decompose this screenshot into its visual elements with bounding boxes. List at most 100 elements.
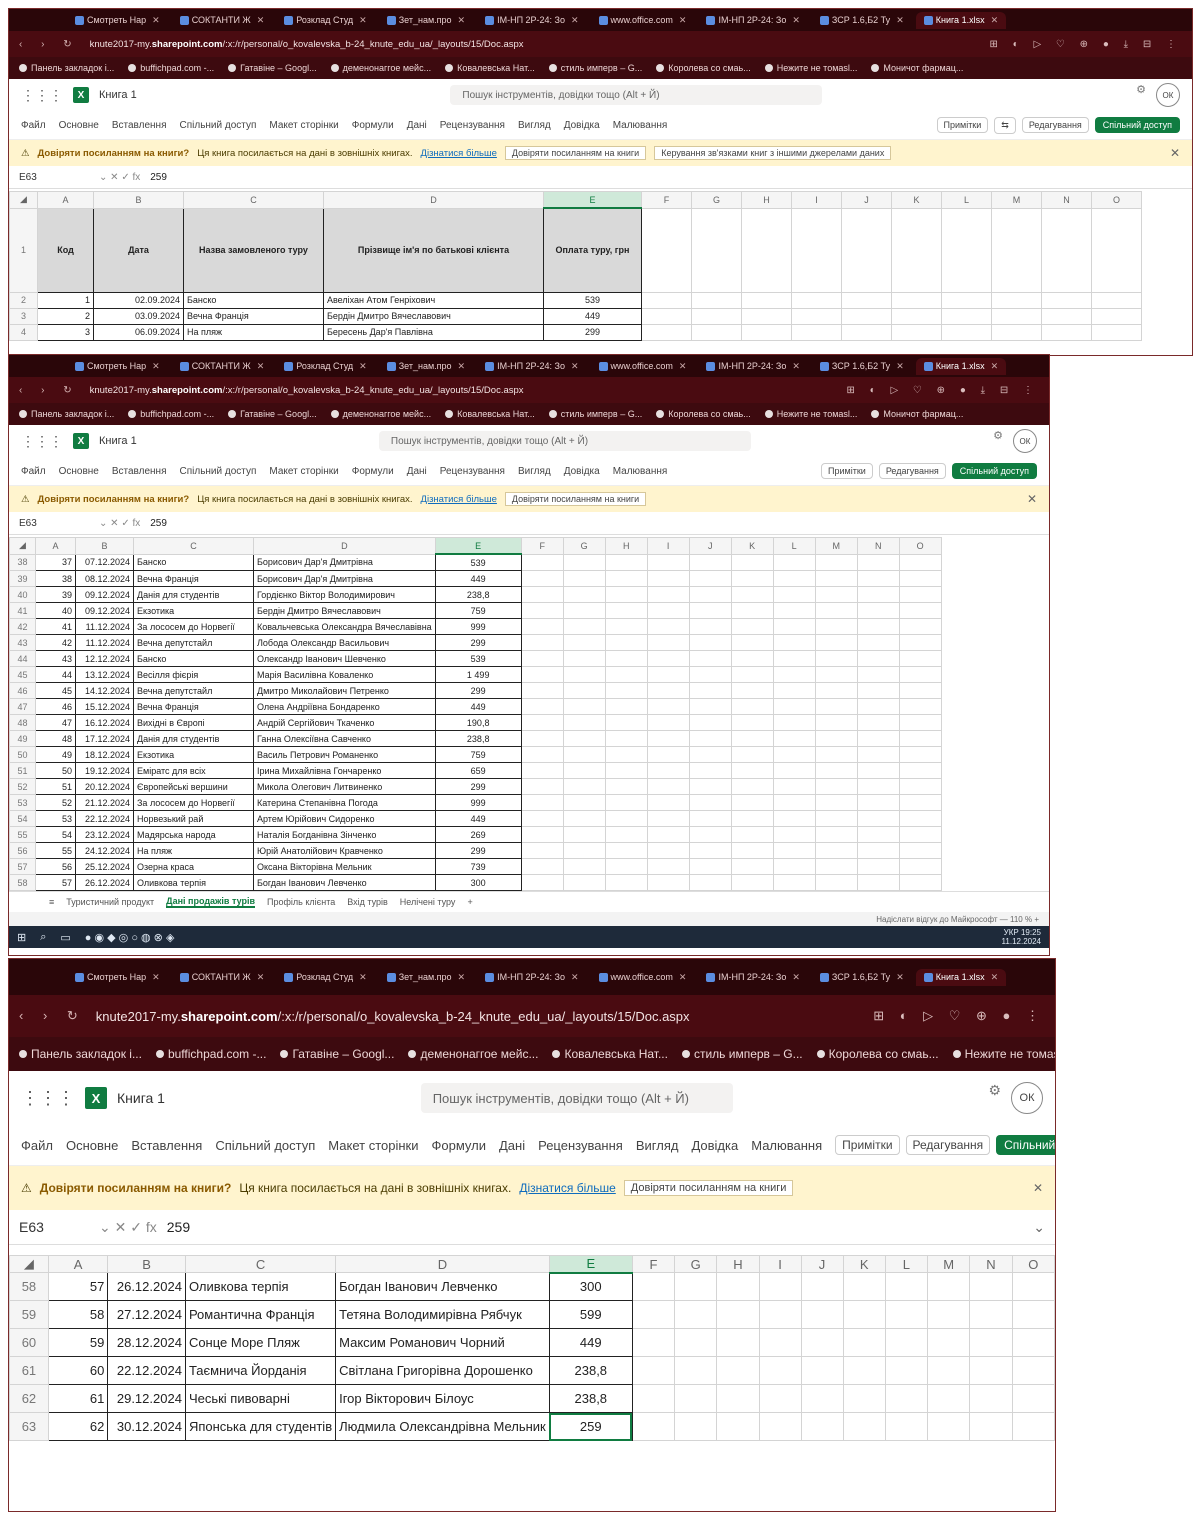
cell-date[interactable]: 11.12.2024 [75,618,134,635]
ribbon-tab[interactable]: Малювання [613,120,668,131]
cell-client[interactable]: Марія Василівна Коваленко [253,666,436,683]
column-header[interactable]: E [434,537,522,555]
empty-cell[interactable] [814,746,858,763]
notes-button[interactable]: Примітки [821,463,873,479]
browser-tab[interactable]: Розклад Студ ✕ [276,358,374,375]
empty-cell[interactable] [898,730,942,747]
empty-cell[interactable] [520,553,564,571]
extension-icons[interactable]: ⊞ ◐ ▷ ♡ ⊕ ● ⤓ ⊟ ⋮ [989,39,1182,50]
ribbon-tab[interactable]: Файл [21,1138,53,1153]
empty-cell[interactable] [926,1272,971,1301]
empty-cell[interactable] [631,1356,676,1385]
empty-cell[interactable] [604,826,648,843]
cell-payment[interactable]: 238,8 [548,1356,633,1385]
browser-tab[interactable]: Книга 1.xlsx ✕ [915,968,1007,986]
empty-cell[interactable] [941,207,992,293]
avatar[interactable]: ОК [1012,429,1037,453]
name-box[interactable]: E63 [19,1219,89,1235]
empty-cell[interactable] [898,826,942,843]
empty-cell[interactable] [688,586,732,603]
manage-links-button[interactable]: Керування зв'язками книг з іншими джерел… [654,146,892,160]
empty-cell[interactable] [562,778,606,795]
cell-payment[interactable]: 539 [434,650,522,667]
empty-cell[interactable] [520,618,564,635]
learn-more-link[interactable]: Дізнатися більше [519,1181,615,1195]
empty-cell[interactable] [772,553,816,571]
empty-cell[interactable] [741,323,792,341]
empty-cell[interactable] [969,1272,1013,1301]
empty-cell[interactable] [772,730,816,747]
share-button[interactable]: Спільний доступ [951,463,1037,479]
empty-cell[interactable] [772,698,816,715]
ribbon-tab[interactable]: Спільний доступ [215,1138,315,1153]
cell-tour[interactable]: Норвезький рай [133,810,254,827]
cell-code[interactable]: 49 [35,746,76,763]
empty-cell[interactable] [674,1412,718,1441]
empty-cell[interactable] [716,1412,760,1441]
empty-cell[interactable] [814,874,858,891]
empty-cell[interactable] [688,778,732,795]
cell-client[interactable]: Бересень Дар'я Павлівна [323,323,544,341]
cell-tour[interactable]: Оливкова терпія [133,874,254,891]
empty-cell[interactable] [646,618,690,635]
cell-code[interactable]: 42 [35,634,76,651]
cell-client[interactable]: Богдан Іванович Левченко [335,1272,550,1301]
empty-cell[interactable] [1041,307,1092,325]
cell-client[interactable]: Олександр Іванович Шевченко [253,650,436,667]
empty-cell[interactable] [1041,323,1092,341]
empty-cell[interactable] [730,810,774,827]
cell-payment[interactable]: 539 [434,553,522,571]
learn-more-link[interactable]: Дізнатися більше [421,148,497,159]
empty-cell[interactable] [926,1300,971,1329]
column-header[interactable]: B [107,1255,186,1273]
empty-cell[interactable] [791,291,842,309]
empty-cell[interactable] [969,1412,1013,1441]
bookmark-item[interactable]: Гатавіне – Googl... [280,1047,394,1061]
browser-tab[interactable]: ІМ-НП 2Р-24: Зо ✕ [477,12,586,29]
empty-cell[interactable] [562,586,606,603]
empty-cell[interactable] [898,570,942,587]
empty-cell[interactable] [674,1384,718,1413]
empty-cell[interactable] [631,1384,676,1413]
empty-cell[interactable] [520,586,564,603]
empty-cell[interactable] [730,602,774,619]
empty-cell[interactable] [856,810,900,827]
bookmark-item[interactable]: Ковалевська Нат... [445,409,535,419]
cell-date[interactable]: 09.12.2024 [75,586,134,603]
empty-cell[interactable] [562,826,606,843]
empty-cell[interactable] [520,874,564,891]
close-icon[interactable]: ✕ [991,361,999,372]
empty-cell[interactable] [562,762,606,779]
row-header[interactable]: 42 [9,618,36,635]
cell-client[interactable]: Бердін Дмитро Вячеславович [323,307,544,325]
cell-tour[interactable]: Вечна депутстайл [133,682,254,699]
empty-cell[interactable] [646,794,690,811]
empty-cell[interactable] [520,650,564,667]
empty-cell[interactable] [562,714,606,731]
empty-cell[interactable] [562,794,606,811]
empty-cell[interactable] [1011,1412,1055,1441]
bookmark-item[interactable]: Гатавіне – Googl... [228,409,317,419]
trust-links-button[interactable]: Довіряти посиланням на книги [504,146,647,160]
bookmark-item[interactable]: Королева со смаь... [816,1047,939,1061]
empty-cell[interactable] [730,714,774,731]
address-bar[interactable]: knute2017-my.sharepoint.com/:x:/r/person… [90,39,980,50]
empty-cell[interactable] [730,842,774,859]
empty-cell[interactable] [814,666,858,683]
cell-client[interactable]: Василь Петрович Романенко [253,746,436,763]
empty-cell[interactable] [926,1328,971,1357]
empty-cell[interactable] [604,618,648,635]
empty-cell[interactable] [926,1356,971,1385]
empty-cell[interactable] [691,323,742,341]
cell-payment[interactable]: 299 [434,634,522,651]
empty-cell[interactable] [688,762,732,779]
cell-tour[interactable]: Банско [183,291,324,309]
empty-cell[interactable] [716,1272,760,1301]
cell-tour[interactable]: Екзотика [133,746,254,763]
close-icon[interactable]: ✕ [152,361,160,372]
cell-code[interactable]: 43 [35,650,76,667]
trust-links-button[interactable]: Довіряти посиланням на книги [504,492,647,506]
empty-cell[interactable] [800,1356,844,1385]
empty-cell[interactable] [646,586,690,603]
empty-cell[interactable] [884,1328,928,1357]
